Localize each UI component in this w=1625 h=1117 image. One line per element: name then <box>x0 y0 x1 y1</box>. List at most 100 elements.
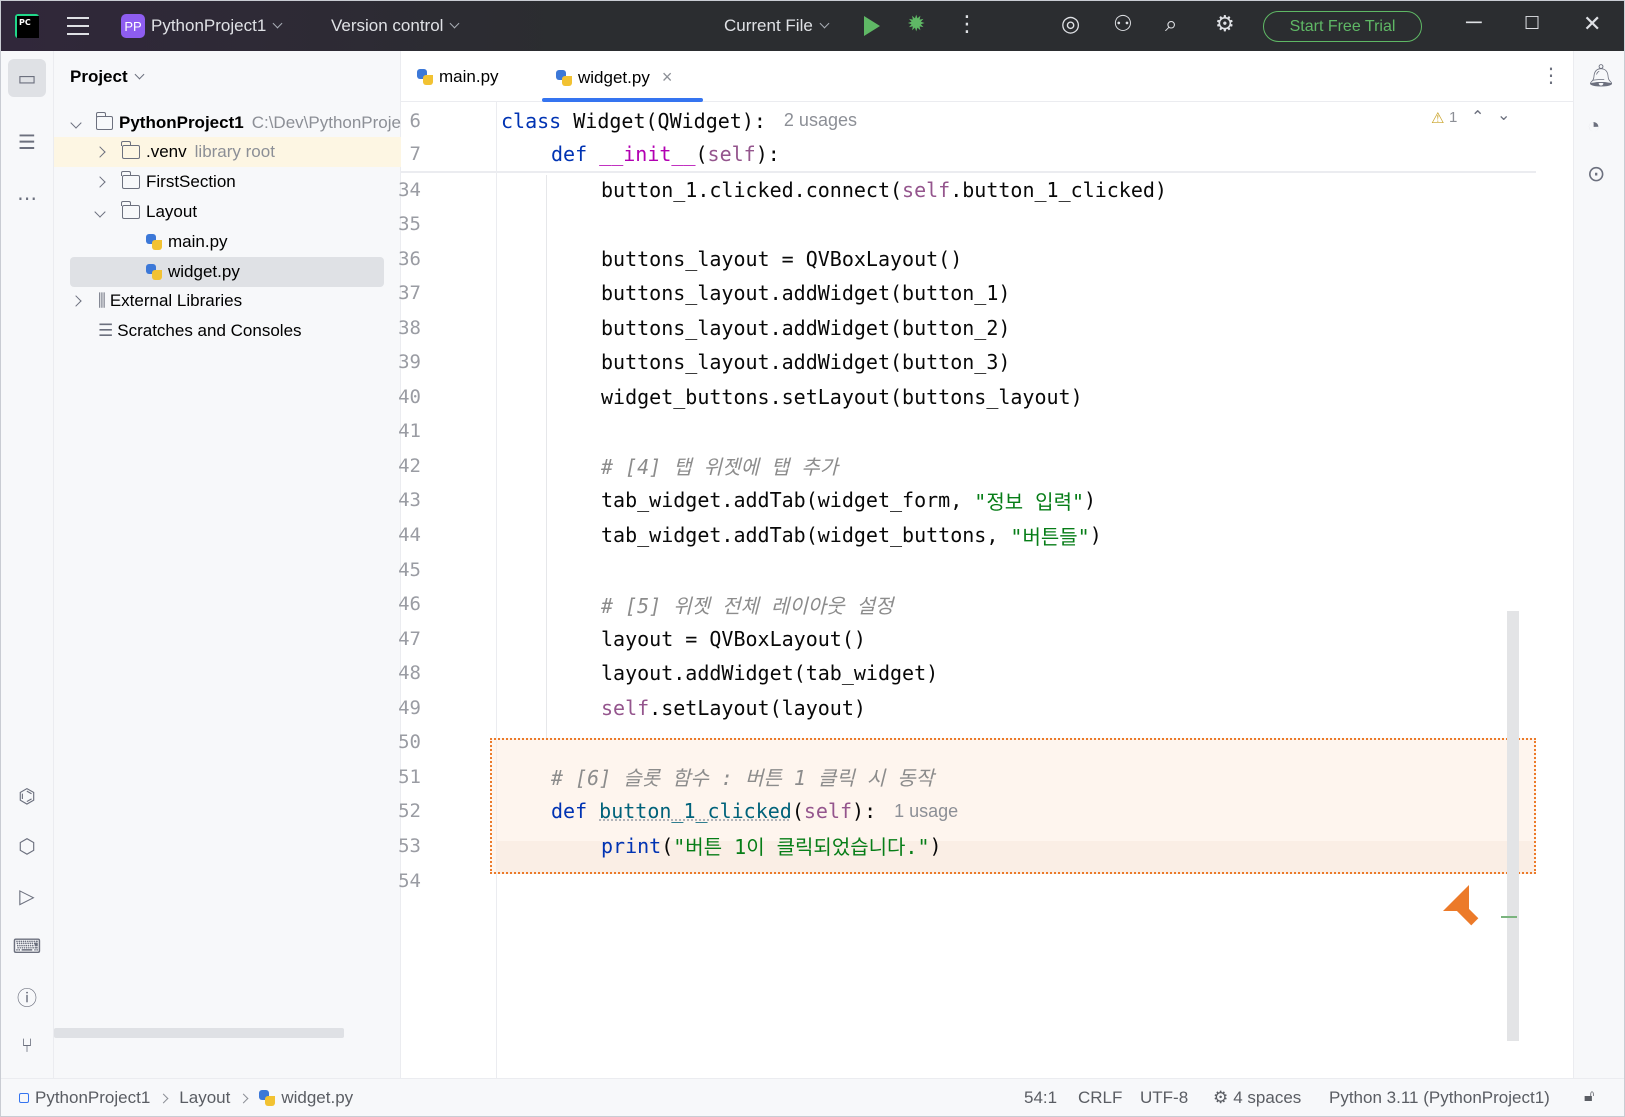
line-number: 46 <box>398 593 421 616</box>
line-number: 35 <box>398 213 421 236</box>
tree-item-note: library root <box>194 142 275 161</box>
code-line[interactable]: tab_widget.addTab(widget_form, "정보 입력") <box>601 484 1096 517</box>
code-line[interactable]: # [6] 슬롯 함수 : 버튼 1 클릭 시 동작 <box>551 760 934 793</box>
tree-item-path: C:\Dev\PythonProje <box>251 113 401 132</box>
project-selector[interactable]: PythonProject1 <box>151 16 283 36</box>
code-line[interactable]: def button_1_clicked(self): 1 usage <box>551 795 958 828</box>
code-line[interactable]: buttons_layout.addWidget(button_3) <box>601 346 1010 379</box>
notifications-icon[interactable]: 🔔︎ <box>1587 63 1615 89</box>
indent-label: 4 spaces <box>1233 1088 1302 1107</box>
line-separator[interactable]: CRLF <box>1078 1088 1122 1108</box>
chevron-right-icon[interactable] <box>94 146 106 158</box>
warning-icon[interactable]: ⚠ <box>1431 109 1444 127</box>
indent-setting[interactable]: ⚙ 4 spaces <box>1213 1088 1301 1108</box>
usages-hint[interactable]: 2 usages <box>784 110 857 131</box>
horizontal-scrollbar[interactable] <box>54 1028 344 1038</box>
change-marker <box>1501 916 1517 918</box>
tree-item-widget-py[interactable]: widget.py <box>70 257 384 287</box>
code-line[interactable]: buttons_layout = QVBoxLayout() <box>601 242 962 275</box>
search-icon[interactable]: ⌕ <box>1165 11 1177 37</box>
lock-icon[interactable]: 🔓︎ <box>1584 1088 1594 1106</box>
breadcrumb-item[interactable]: PythonProject1 <box>35 1088 150 1108</box>
tree-item-main-py[interactable]: main.py <box>54 227 401 257</box>
code-line[interactable]: class Widget(QWidget): 2 usages <box>501 104 857 137</box>
chevron-right-icon[interactable] <box>70 295 82 307</box>
code-line[interactable]: layout.addWidget(tab_widget) <box>601 657 938 690</box>
code-line[interactable]: def __init__(self): <box>551 137 780 170</box>
chevron-down-icon[interactable] <box>70 117 82 129</box>
tree-item-layout[interactable]: Layout <box>54 197 401 227</box>
more-icon[interactable]: ⋮ <box>956 11 978 37</box>
tab-main-py[interactable]: main.py <box>417 67 499 87</box>
code-text: buttons_layout.addWidget(button_1) <box>601 281 1011 306</box>
tree-item-label: PythonProject1 <box>119 113 244 132</box>
code-line[interactable]: buttons_layout.addWidget(button_2) <box>601 311 1010 344</box>
line-number: 54 <box>398 869 421 892</box>
tree-item-external-libraries[interactable]: ⫼ External Libraries <box>54 286 401 316</box>
project-badge[interactable]: PP <box>121 14 145 38</box>
close-icon[interactable]: × <box>662 67 673 88</box>
services-icon[interactable]: ▷ <box>8 877 46 915</box>
code-line[interactable]: layout = QVBoxLayout() <box>601 622 866 655</box>
code-line[interactable]: buttons_layout.addWidget(button_1) <box>601 277 1010 310</box>
breadcrumb-item[interactable]: widget.py <box>281 1088 353 1108</box>
code-line[interactable]: button_1.clicked.connect(self .button_1_c… <box>601 173 1167 206</box>
python-console-icon[interactable]: ⌬ <box>8 777 46 815</box>
file-encoding[interactable]: UTF-8 <box>1140 1088 1188 1108</box>
minimize-icon[interactable]: ─ <box>1466 9 1482 35</box>
folder-icon[interactable]: ▭ <box>8 59 46 97</box>
debug-icon[interactable]: ✹ <box>907 11 925 37</box>
chevron-right-icon[interactable] <box>94 176 106 188</box>
code-line[interactable]: tab_widget.addTab(widget_buttons, "버튼들") <box>601 519 1102 552</box>
copilot-icon[interactable]: ⊙ <box>1587 161 1605 187</box>
git-icon[interactable]: ⑂ <box>8 1027 46 1065</box>
caret-position[interactable]: 54:1 <box>1024 1088 1057 1108</box>
breadcrumb-item[interactable]: Layout <box>179 1088 230 1108</box>
keyword: def <box>551 799 588 824</box>
code-line[interactable]: # [4] 탭 위젯에 탭 추가 <box>601 449 838 482</box>
chevron-down-icon[interactable]: ⌄ <box>1497 105 1510 125</box>
chevron-up-icon[interactable]: ⌃ <box>1471 107 1484 127</box>
run-icon[interactable] <box>864 16 880 36</box>
code-line[interactable]: print("버튼 1이 클릭되었습니다.") <box>601 829 942 862</box>
start-free-trial-button[interactable]: Start Free Trial <box>1263 11 1422 42</box>
problems-icon[interactable]: ⓘ <box>8 977 46 1015</box>
version-control-menu[interactable]: Version control <box>331 16 460 36</box>
tree-item-root[interactable]: PythonProject1 C:\Dev\PythonProje <box>54 108 401 138</box>
tree-item-firstsection[interactable]: FirstSection <box>54 167 401 197</box>
structure-icon[interactable]: ☰ <box>8 123 46 161</box>
chevron-down-icon[interactable] <box>94 206 106 218</box>
pycharm-logo-icon[interactable] <box>15 14 39 38</box>
tab-widget-py[interactable]: widget.py × <box>556 67 672 88</box>
line-number: 34 <box>398 178 421 201</box>
code-line[interactable]: self .setLayout(layout) <box>601 691 866 724</box>
ai-chat-icon[interactable]: ◔ <box>1587 113 1600 139</box>
terminal-icon[interactable]: ⌨ <box>8 927 46 965</box>
ai-spiral-icon[interactable]: ◎ <box>1061 11 1080 37</box>
tree-item-label: External Libraries <box>109 291 243 310</box>
hamburger-menu-icon[interactable] <box>67 17 89 35</box>
folder-icon <box>121 141 140 159</box>
close-icon[interactable]: ✕ <box>1583 11 1601 37</box>
line-number: 47 <box>398 627 421 650</box>
more-icon[interactable]: ⋮ <box>1541 63 1561 88</box>
python-interpreter[interactable]: Python 3.11 (PythonProject1) <box>1329 1088 1550 1108</box>
tree-item-venv[interactable]: .venv library root <box>54 137 401 167</box>
warning-count[interactable]: 1 <box>1449 109 1457 126</box>
code-line[interactable]: widget_buttons.setLayout(buttons_layout) <box>601 380 1083 413</box>
gear-icon[interactable]: ⚙ <box>1215 11 1235 37</box>
run-config-selector[interactable]: Current File <box>724 16 830 36</box>
code-text: layout = QVBoxLayout() <box>601 626 866 651</box>
more-tools-icon[interactable]: ⋯ <box>8 179 46 217</box>
ide-window: PP PythonProject1 Version control Curren… <box>0 0 1625 1117</box>
add-user-icon[interactable]: ⚇ <box>1113 11 1133 37</box>
tree-item-scratches[interactable]: ☰ Scratches and Consoles <box>54 316 401 346</box>
editor-tab-bar: main.py widget.py × ⋮ <box>401 51 1573 102</box>
tab-label: main.py <box>439 67 499 86</box>
maximize-icon[interactable]: ☐ <box>1524 13 1540 34</box>
python-packages-icon[interactable]: ⬡ <box>8 827 46 865</box>
line-number: 42 <box>398 454 421 477</box>
vertical-scrollbar[interactable] <box>1507 611 1519 1041</box>
code-line[interactable]: # [5] 위젯 전체 레이아웃 설정 <box>601 588 893 621</box>
project-panel-title[interactable]: Project <box>70 67 145 87</box>
